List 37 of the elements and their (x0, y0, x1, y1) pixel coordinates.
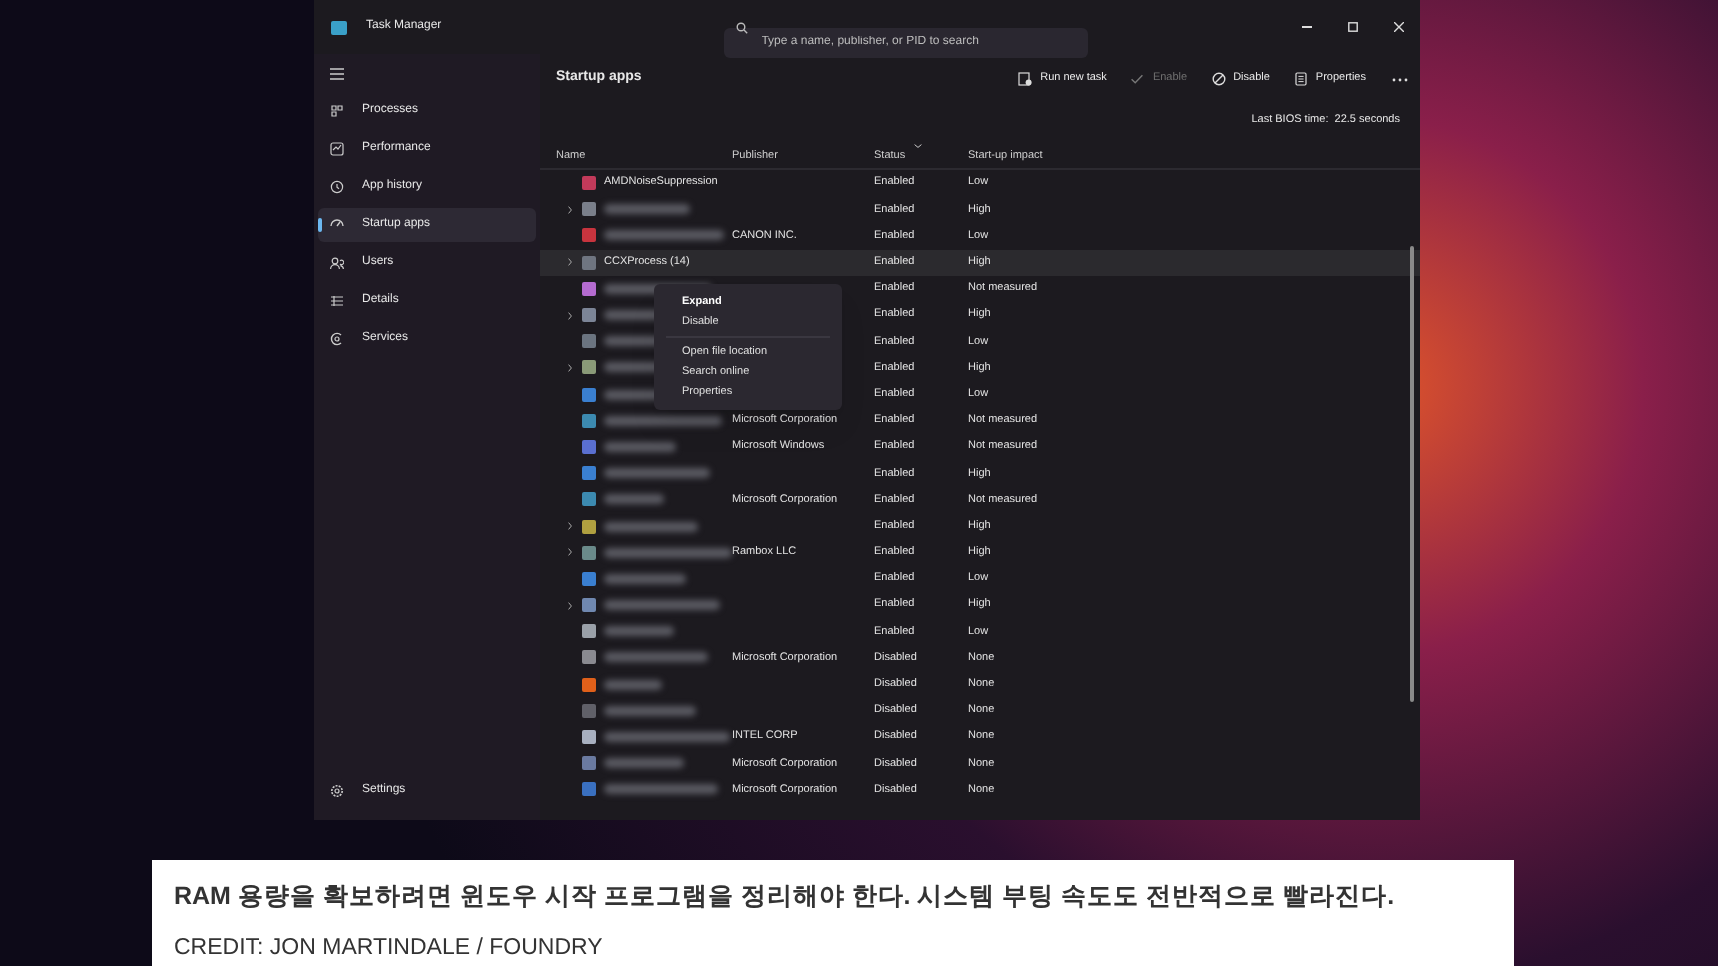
prohibited-icon (1211, 72, 1226, 86)
blurred-name (604, 652, 708, 663)
blurred-name (604, 600, 720, 611)
search-icon (735, 21, 748, 33)
blurred-name (604, 441, 676, 452)
gear-icon (330, 784, 344, 798)
blurred-name (604, 521, 698, 532)
blurred-name (604, 415, 722, 426)
blurred-name (604, 758, 684, 769)
blurred-name (604, 468, 710, 479)
run-task-icon (1018, 72, 1033, 86)
blurred-name (604, 784, 718, 795)
app-icon (330, 19, 348, 35)
credit-text: CREDIT: JON MARTINDALE / FOUNDRY (174, 933, 605, 964)
blurred-name (604, 732, 730, 743)
users-icon (330, 256, 344, 270)
blurred-name (604, 494, 664, 505)
maximize-icon[interactable] (1348, 22, 1358, 32)
properties-icon (1293, 72, 1308, 86)
list-icon (330, 294, 344, 308)
blurred-name (604, 573, 686, 584)
blurred-name (604, 626, 674, 637)
blurred-name (604, 204, 690, 215)
caption-text: RAM 용량을 확보하려면 윈도우 시작 프로그램을 정리해야 한다. 시스템 부팅 속도도 전반적으로 빨라진다. (174, 880, 1397, 914)
cog-icon (330, 332, 344, 346)
blurred-name (604, 547, 732, 558)
menu-icon[interactable] (330, 68, 344, 80)
blurred-name (604, 230, 724, 241)
check-icon (1130, 72, 1145, 86)
blurred-name (604, 679, 662, 690)
chart-icon (330, 142, 344, 156)
scrollbar[interactable] (1410, 246, 1414, 702)
blurred-name (604, 705, 696, 716)
close-icon[interactable] (1394, 22, 1404, 32)
gauge-icon (330, 218, 344, 232)
history-icon (330, 180, 344, 194)
grid-icon (330, 104, 344, 118)
